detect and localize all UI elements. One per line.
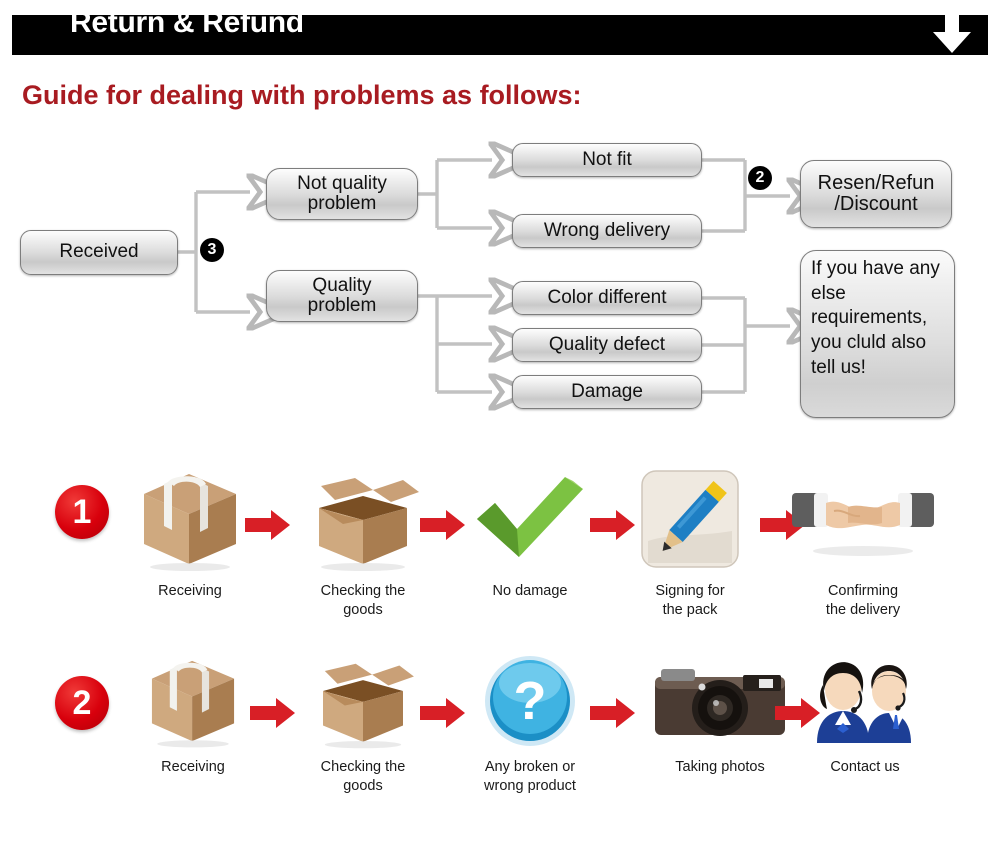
flow-box-received[interactable]: Received [20, 230, 178, 275]
step-label: Checking the goods [320, 759, 406, 794]
process-step-confirming[interactable]: Confirming the delivery [788, 460, 938, 620]
flow-box-note[interactable]: If you have any else requirements, you c… [800, 250, 955, 418]
flowchart: Received 3 Not quality problem Quality p… [0, 0, 1000, 430]
flow-box-color-different[interactable]: Color different [512, 281, 702, 315]
process-step-contact-us[interactable]: Contact us [790, 648, 940, 777]
flow-box-quality-defect[interactable]: Quality defect [512, 328, 702, 362]
svg-text:?: ? [514, 671, 547, 731]
step-label: Checking the goods [320, 583, 406, 618]
step-label: Contact us [830, 759, 900, 775]
flow-box-wrong-delivery[interactable]: Wrong delivery [512, 214, 702, 248]
process-step-checking-2[interactable]: Checking the goods [288, 648, 438, 796]
red-right-arrow-icon [245, 510, 290, 540]
flow-marker-stage-3: 3 [200, 238, 224, 262]
green-check-icon [455, 460, 605, 578]
support-agents-icon [790, 648, 940, 754]
process-step-checking-1[interactable]: Checking the goods [288, 460, 438, 620]
step-label: Receiving [161, 759, 225, 775]
step-label: Receiving [158, 583, 222, 599]
pencil-signing-icon [615, 460, 765, 578]
sealed-box-icon [118, 648, 268, 754]
open-box-icon [288, 648, 438, 754]
step-label: No damage [492, 583, 568, 599]
blue-question-icon: ? [455, 648, 605, 754]
flow-box-not-quality-problem[interactable]: Not quality problem [266, 168, 418, 220]
open-box-icon [288, 460, 438, 578]
step-label: Signing for the pack [655, 583, 725, 618]
sealed-box-icon [115, 460, 265, 578]
flow-box-not-fit[interactable]: Not fit [512, 143, 702, 177]
process-step-any-broken[interactable]: ? Any broken or wrong product [455, 648, 605, 796]
flow-box-damage[interactable]: Damage [512, 375, 702, 409]
handshake-icon [788, 460, 938, 578]
step-number-2: 2 [55, 676, 109, 730]
step-label: Confirming the delivery [825, 583, 901, 618]
step-label: Taking photos [675, 759, 765, 775]
flow-box-quality-problem[interactable]: Quality problem [266, 270, 418, 322]
process-step-signing[interactable]: Signing for the pack [615, 460, 765, 620]
process-step-no-damage[interactable]: No damage [455, 460, 605, 601]
step-number-1: 1 [55, 485, 109, 539]
process-row-1: 1 Receiving Checking the goods No damage… [0, 460, 1000, 650]
step-label: Any broken or wrong product [484, 759, 576, 794]
flow-box-resend-refund-discount[interactable]: Resen/Refun /Discount [800, 160, 952, 228]
red-right-arrow-icon [590, 698, 635, 728]
process-step-receiving-1[interactable]: Receiving [115, 460, 265, 601]
flow-marker-stage-2: 2 [748, 166, 772, 190]
process-row-2: 2 Receiving Checking the goods ? Any bro… [0, 648, 1000, 838]
process-step-receiving-2[interactable]: Receiving [118, 648, 268, 777]
